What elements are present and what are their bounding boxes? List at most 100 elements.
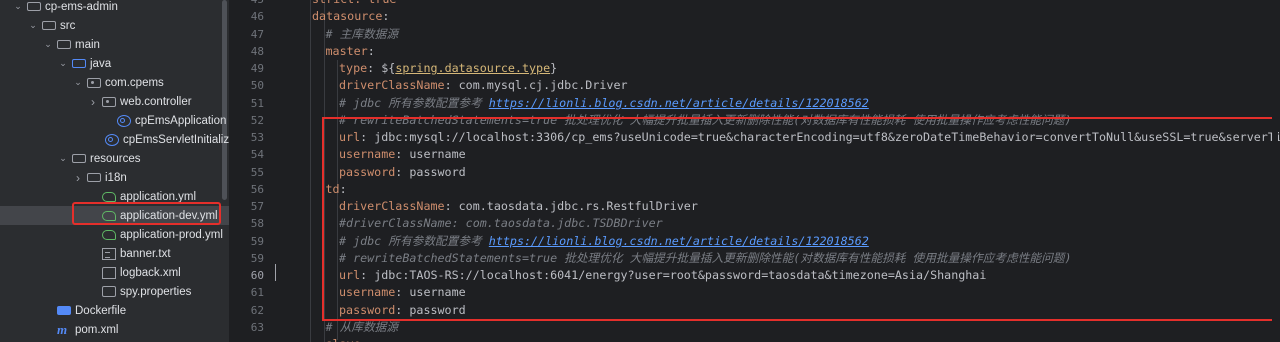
tree-item-label: Dockerfile xyxy=(75,304,127,317)
docker-file-icon xyxy=(57,306,71,315)
code-comment: # jdbc 所有参数配置参考 xyxy=(339,95,489,110)
folder-icon xyxy=(42,21,56,30)
line-number: 48 xyxy=(250,44,264,58)
folder-icon xyxy=(57,40,71,49)
code-line[interactable]: strict: true xyxy=(312,0,396,8)
highlight-box-selected-file xyxy=(72,202,221,225)
ide-window: ⌄ cp-ems-admin ⌄ src ⌄ main ⌄ java ⌄ com.cpems › we… xyxy=(0,0,1280,342)
code-editor[interactable]: 4546474849505152535455565758595960616263… xyxy=(229,0,1280,342)
line-number: 45 xyxy=(224,0,264,8)
tree-item-label: cpEmsServletInitializer xyxy=(123,133,229,146)
resources-folder-icon xyxy=(72,154,86,163)
tree-item-label: i18n xyxy=(105,171,127,184)
tree-item[interactable]: ⌄ java xyxy=(0,54,229,73)
tree-item-label: pom.xml xyxy=(75,323,119,336)
spring-class-icon xyxy=(105,133,119,146)
yaml-key: type xyxy=(339,61,368,75)
tree-item-label: src xyxy=(60,19,76,32)
text-file-icon xyxy=(102,247,116,260)
tree-item[interactable]: banner.txt xyxy=(0,244,229,263)
tree-item[interactable]: Dockerfile xyxy=(0,301,229,320)
yaml-key: datasource xyxy=(312,9,383,24)
code-line[interactable]: # jdbc 所有参数配置参考 https://lionli.blog.csdn… xyxy=(339,95,869,112)
tree-item-label: application-prod.yml xyxy=(120,228,223,241)
tree-item[interactable]: ⌄ resources xyxy=(0,149,229,168)
yaml-value: : com.mysql.cj.jdbc.Driver xyxy=(444,78,628,93)
yaml-value: : xyxy=(367,43,375,58)
tree-item[interactable]: ⌄ main xyxy=(0,35,229,54)
chevron-down-icon[interactable]: ⌄ xyxy=(57,58,69,69)
properties-file-icon xyxy=(102,286,116,297)
yaml-value: } xyxy=(550,61,558,75)
line-number: 53 xyxy=(250,131,264,144)
yaml-file-icon xyxy=(102,229,116,240)
tree-item-label: application.yml xyxy=(120,190,197,203)
chevron-right-icon[interactable]: › xyxy=(87,95,99,109)
code-line[interactable]: master: xyxy=(326,43,375,60)
tree-item-label: java xyxy=(90,57,112,70)
chevron-down-icon[interactable]: ⌄ xyxy=(27,20,39,31)
yaml-key: strict: true xyxy=(312,0,396,6)
tree-item-label: resources xyxy=(90,152,141,165)
yaml-file-icon xyxy=(102,191,116,202)
chevron-down-icon[interactable]: ⌄ xyxy=(72,77,84,88)
code-line[interactable]: datasource: xyxy=(312,8,389,25)
chevron-right-icon[interactable]: › xyxy=(72,171,84,185)
project-tree-panel: ⌄ cp-ems-admin ⌄ src ⌄ main ⌄ java ⌄ com.cpems › we… xyxy=(0,0,229,342)
package-icon xyxy=(87,77,101,88)
line-number: 52 xyxy=(250,113,264,127)
indent-guide xyxy=(310,0,311,342)
line-number: 51 xyxy=(250,96,264,110)
source-folder-icon xyxy=(72,59,86,68)
tree-item[interactable]: application-prod.yml xyxy=(0,225,229,244)
line-number: 60 xyxy=(250,269,264,282)
line-number: 63 xyxy=(250,320,264,334)
line-number: 58 xyxy=(250,217,264,231)
yaml-key: driverClassName xyxy=(339,78,445,93)
tree-item[interactable]: ⌄ com.cpems xyxy=(0,73,229,92)
line-number: 62 xyxy=(250,303,264,317)
line-number: 56 xyxy=(250,182,264,196)
yaml-key: slave: xyxy=(326,337,368,342)
tree-item-label: logback.xml xyxy=(120,266,181,279)
maven-file-icon: m xyxy=(57,321,68,337)
tree-item[interactable]: spy.properties xyxy=(0,282,229,301)
tree-item-label: main xyxy=(75,38,100,51)
tree-item[interactable]: logback.xml xyxy=(0,263,229,282)
active-line-marker xyxy=(275,264,276,281)
code-line[interactable]: slave: xyxy=(326,336,368,342)
line-number: 54 xyxy=(250,148,264,162)
comment-link[interactable]: https://lionli.blog.csdn.net/article/det… xyxy=(489,96,869,110)
yaml-key: master xyxy=(325,43,368,58)
folder-icon xyxy=(87,173,101,182)
tree-item-label: com.cpems xyxy=(105,76,164,89)
line-number: 59 xyxy=(250,251,264,265)
tree-item[interactable]: cpEmsApplication xyxy=(0,111,229,130)
tree-item[interactable]: m pom.xml xyxy=(0,320,229,339)
line-number xyxy=(224,336,264,342)
tree-item[interactable]: › i18n xyxy=(0,168,229,187)
code-line[interactable]: type: ${spring.datasource.type} xyxy=(339,60,557,77)
line-number: 50 xyxy=(250,79,264,93)
line-number: 46 xyxy=(250,10,264,24)
line-number: 55 xyxy=(250,165,264,179)
chevron-down-icon[interactable]: ⌄ xyxy=(42,39,54,50)
code-line[interactable]: # 主库数据源 xyxy=(326,26,399,43)
line-number: 57 xyxy=(250,200,264,213)
tree-item[interactable]: › web.controller xyxy=(0,92,229,111)
editor-scrollbar[interactable] xyxy=(1272,0,1278,342)
tree-item[interactable]: ⌄ src xyxy=(0,16,229,35)
line-number: 59 xyxy=(250,234,264,248)
chevron-down-icon[interactable]: ⌄ xyxy=(12,1,24,12)
line-number: 61 xyxy=(250,286,264,300)
code-line[interactable]: # 从库数据源 xyxy=(326,319,399,336)
tree-item[interactable]: ⌄ cp-ems-admin xyxy=(0,0,229,16)
code-line[interactable]: driverClassName: com.mysql.cj.jdbc.Drive… xyxy=(339,77,628,94)
tree-item-label: cp-ems-admin xyxy=(45,0,118,13)
tree-item[interactable]: cpEmsServletInitializer xyxy=(0,130,229,149)
tree-item-label: web.controller xyxy=(120,95,192,108)
tree-item-label: cpEmsApplication xyxy=(135,114,227,127)
spring-class-icon xyxy=(117,114,131,127)
chevron-down-icon[interactable]: ⌄ xyxy=(57,153,69,164)
line-number: 47 xyxy=(250,27,264,41)
